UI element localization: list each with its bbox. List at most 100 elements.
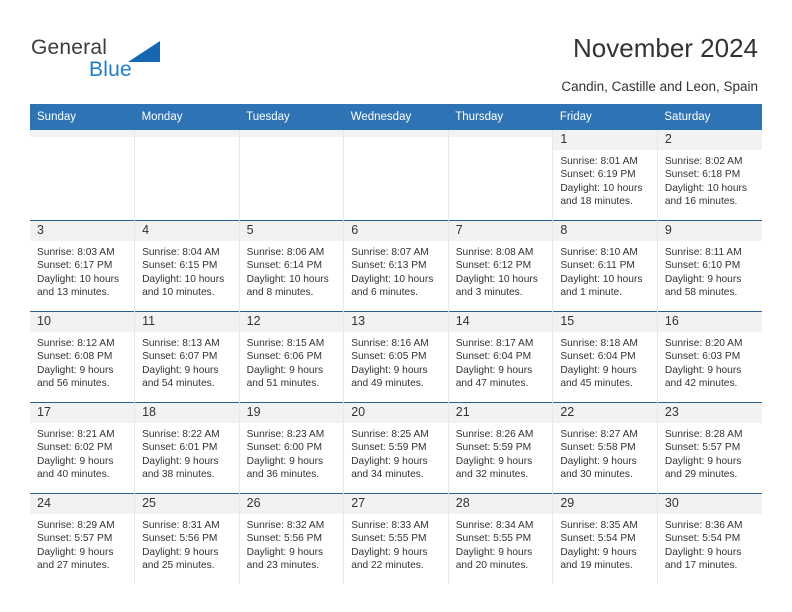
day-sun-info: Sunrise: 8:34 AM Sunset: 5:55 PM Daylight:… [449, 514, 553, 572]
day-number: 9 [657, 221, 762, 241]
calendar-day-cell[interactable]: 9 Sunrise: 8:11 AM Sunset: 6:10 PM Daylight… [656, 220, 762, 312]
day-sun-info: Sunrise: 8:22 AM Sunset: 6:01 PM Daylight:… [135, 423, 239, 481]
day-sunset: Sunset: 5:54 PM [560, 533, 636, 545]
day-number: 22 [553, 403, 657, 423]
day-daylight-line1: Daylight: 10 hours [560, 273, 643, 285]
day-sunrise: Sunrise: 8:03 AM [37, 247, 115, 258]
calendar-day-cell[interactable]: 15 Sunrise: 8:18 AM Sunset: 6:04 PM Dayligh… [552, 311, 658, 403]
day-number: 7 [448, 221, 553, 241]
day-number: 26 [239, 494, 344, 514]
day-sunrise: Sunrise: 8:01 AM [560, 156, 638, 167]
weekday-header-saturday: Saturday [657, 104, 762, 130]
calendar-day-cell[interactable]: 12 Sunrise: 8:15 AM Sunset: 6:06 PM Dayligh… [238, 311, 344, 403]
day-sun-info: Sunrise: 8:08 AM Sunset: 6:12 PM Daylight:… [449, 241, 553, 299]
day-sunrise: Sunrise: 8:07 AM [351, 247, 429, 258]
day-sunset: Sunset: 6:06 PM [246, 351, 322, 363]
day-daylight-line2: and 32 minutes. [455, 468, 529, 480]
day-number: 10 [30, 312, 135, 332]
day-sunset: Sunset: 6:18 PM [664, 169, 741, 181]
calendar-day-cell[interactable]: 25 Sunrise: 8:31 AM Sunset: 5:56 PM Dayligh… [134, 493, 240, 584]
day-sun-info: Sunrise: 8:11 AM Sunset: 6:10 PM Daylight:… [658, 241, 762, 299]
calendar-day-cell[interactable]: 7 Sunrise: 8:08 AM Sunset: 6:12 PM Daylight… [447, 220, 553, 312]
day-sunrise: Sunrise: 8:32 AM [246, 520, 325, 531]
calendar-day-cell[interactable]: 6 Sunrise: 8:07 AM Sunset: 6:13 PM Daylight… [343, 220, 449, 312]
brand-name-general: General [31, 36, 108, 59]
calendar-day-cell[interactable]: 19 Sunrise: 8:23 AM Sunset: 6:00 PM Dayligh… [238, 402, 344, 494]
day-daylight-line1: Daylight: 9 hours [560, 546, 637, 558]
day-sunset: Sunset: 6:15 PM [142, 260, 218, 272]
calendar-day-cell[interactable]: 14 Sunrise: 8:17 AM Sunset: 6:04 PM Dayligh… [447, 311, 553, 403]
weekday-header-wednesday: Wednesday [343, 104, 449, 130]
calendar-day-cell[interactable]: 20 Sunrise: 8:25 AM Sunset: 5:59 PM Dayligh… [343, 402, 449, 494]
day-daylight-line1: Daylight: 9 hours [455, 546, 533, 558]
day-sunrise: Sunrise: 8:33 AM [351, 520, 429, 531]
day-daylight-line2: and 58 minutes. [664, 286, 738, 298]
day-sunset: Sunset: 6:12 PM [455, 260, 532, 272]
day-number [239, 130, 344, 137]
day-daylight-line1: Daylight: 10 hours [664, 182, 747, 194]
day-sun-info: Sunrise: 8:23 AM Sunset: 6:00 PM Daylight:… [240, 423, 344, 481]
day-daylight-line1: Daylight: 10 hours [560, 182, 643, 194]
calendar-day-cell[interactable]: 24 Sunrise: 8:29 AM Sunset: 5:57 PM Dayligh… [30, 493, 135, 584]
weekday-header-sunday: Sunday [30, 104, 135, 130]
day-sunrise: Sunrise: 8:02 AM [664, 156, 743, 167]
calendar-day-cell[interactable]: 18 Sunrise: 8:22 AM Sunset: 6:01 PM Dayligh… [134, 402, 240, 494]
day-number: 6 [344, 221, 448, 241]
day-number: 29 [553, 494, 657, 514]
day-sun-info: Sunrise: 8:03 AM Sunset: 6:17 PM Daylight:… [30, 241, 134, 299]
day-sunset: Sunset: 6:05 PM [351, 351, 427, 363]
calendar-day-cell[interactable]: 23 Sunrise: 8:28 AM Sunset: 5:57 PM Dayligh… [656, 402, 762, 494]
calendar-day-cell[interactable]: 16 Sunrise: 8:20 AM Sunset: 6:03 PM Dayligh… [656, 311, 762, 403]
calendar-day-cell[interactable]: 13 Sunrise: 8:16 AM Sunset: 6:05 PM Dayligh… [343, 311, 449, 403]
day-sunset: Sunset: 6:03 PM [664, 351, 741, 363]
day-number: 8 [553, 221, 657, 241]
brand-logo[interactable]: General Blue [31, 36, 201, 88]
day-sun-info: Sunrise: 8:07 AM Sunset: 6:13 PM Daylight:… [344, 241, 448, 299]
day-sunset: Sunset: 5:55 PM [455, 533, 532, 545]
day-sunset: Sunset: 5:56 PM [142, 533, 218, 545]
day-sun-info: Sunrise: 8:35 AM Sunset: 5:54 PM Daylight:… [553, 514, 657, 572]
day-sunset: Sunset: 6:13 PM [351, 260, 427, 272]
calendar-day-cell[interactable]: 1 Sunrise: 8:01 AM Sunset: 6:19 PM Daylight… [552, 130, 658, 221]
day-sunrise: Sunrise: 8:25 AM [351, 429, 429, 440]
day-sunrise: Sunrise: 8:36 AM [664, 520, 743, 531]
day-sunrise: Sunrise: 8:29 AM [37, 520, 115, 531]
day-number: 25 [135, 494, 239, 514]
day-daylight-line2: and 23 minutes. [246, 559, 320, 571]
day-sun-info: Sunrise: 8:20 AM Sunset: 6:03 PM Daylight:… [658, 332, 762, 390]
day-daylight-line2: and 8 minutes. [246, 286, 314, 298]
calendar-day-cell[interactable]: 10 Sunrise: 8:12 AM Sunset: 6:08 PM Dayligh… [30, 311, 135, 403]
day-daylight-line1: Daylight: 10 hours [37, 273, 120, 285]
day-daylight-line2: and 38 minutes. [142, 468, 215, 480]
day-daylight-line2: and 56 minutes. [37, 377, 110, 389]
day-sunrise: Sunrise: 8:13 AM [142, 338, 220, 349]
calendar-day-cell[interactable]: 29 Sunrise: 8:35 AM Sunset: 5:54 PM Dayligh… [552, 493, 658, 584]
day-sunrise: Sunrise: 8:31 AM [142, 520, 220, 531]
calendar-day-cell[interactable]: 11 Sunrise: 8:13 AM Sunset: 6:07 PM Dayligh… [134, 311, 240, 403]
calendar-day-cell[interactable]: 27 Sunrise: 8:33 AM Sunset: 5:55 PM Dayligh… [343, 493, 449, 584]
calendar-day-cell[interactable]: 4 Sunrise: 8:04 AM Sunset: 6:15 PM Daylight… [134, 220, 240, 312]
calendar-day-cell[interactable]: 30 Sunrise: 8:36 AM Sunset: 5:54 PM Dayligh… [656, 493, 762, 584]
day-daylight-line1: Daylight: 9 hours [351, 364, 428, 376]
calendar-grid: Sunday Monday Tuesday Wednesday Thursday… [30, 104, 762, 584]
day-number: 16 [657, 312, 762, 332]
day-sun-info: Sunrise: 8:33 AM Sunset: 5:55 PM Daylight:… [344, 514, 448, 572]
day-sunrise: Sunrise: 8:15 AM [246, 338, 325, 349]
calendar-day-cell[interactable]: 5 Sunrise: 8:06 AM Sunset: 6:14 PM Daylight… [238, 220, 344, 312]
calendar-day-cell[interactable]: 21 Sunrise: 8:26 AM Sunset: 5:59 PM Dayligh… [447, 402, 553, 494]
day-daylight-line1: Daylight: 9 hours [664, 455, 742, 467]
day-number: 23 [657, 403, 762, 423]
weekday-header-friday: Friday [552, 104, 658, 130]
day-sun-info: Sunrise: 8:06 AM Sunset: 6:14 PM Daylight:… [240, 241, 344, 299]
calendar-day-cell[interactable]: 17 Sunrise: 8:21 AM Sunset: 6:02 PM Dayligh… [30, 402, 135, 494]
day-sun-info: Sunrise: 8:15 AM Sunset: 6:06 PM Daylight:… [240, 332, 344, 390]
day-daylight-line2: and 34 minutes. [351, 468, 424, 480]
calendar-day-cell[interactable]: 26 Sunrise: 8:32 AM Sunset: 5:56 PM Dayligh… [238, 493, 344, 584]
calendar-day-cell[interactable]: 2 Sunrise: 8:02 AM Sunset: 6:18 PM Daylight… [656, 130, 762, 221]
calendar-day-cell[interactable]: 22 Sunrise: 8:27 AM Sunset: 5:58 PM Dayligh… [552, 402, 658, 494]
calendar-day-cell[interactable]: 8 Sunrise: 8:10 AM Sunset: 6:11 PM Daylight… [552, 220, 658, 312]
calendar-day-cell[interactable]: 28 Sunrise: 8:34 AM Sunset: 5:55 PM Dayligh… [447, 493, 553, 584]
calendar-day-cell[interactable]: 3 Sunrise: 8:03 AM Sunset: 6:17 PM Daylight… [30, 220, 135, 312]
calendar-week-row: 17 Sunrise: 8:21 AM Sunset: 6:02 PM Dayligh… [30, 402, 762, 494]
day-number [30, 130, 135, 137]
